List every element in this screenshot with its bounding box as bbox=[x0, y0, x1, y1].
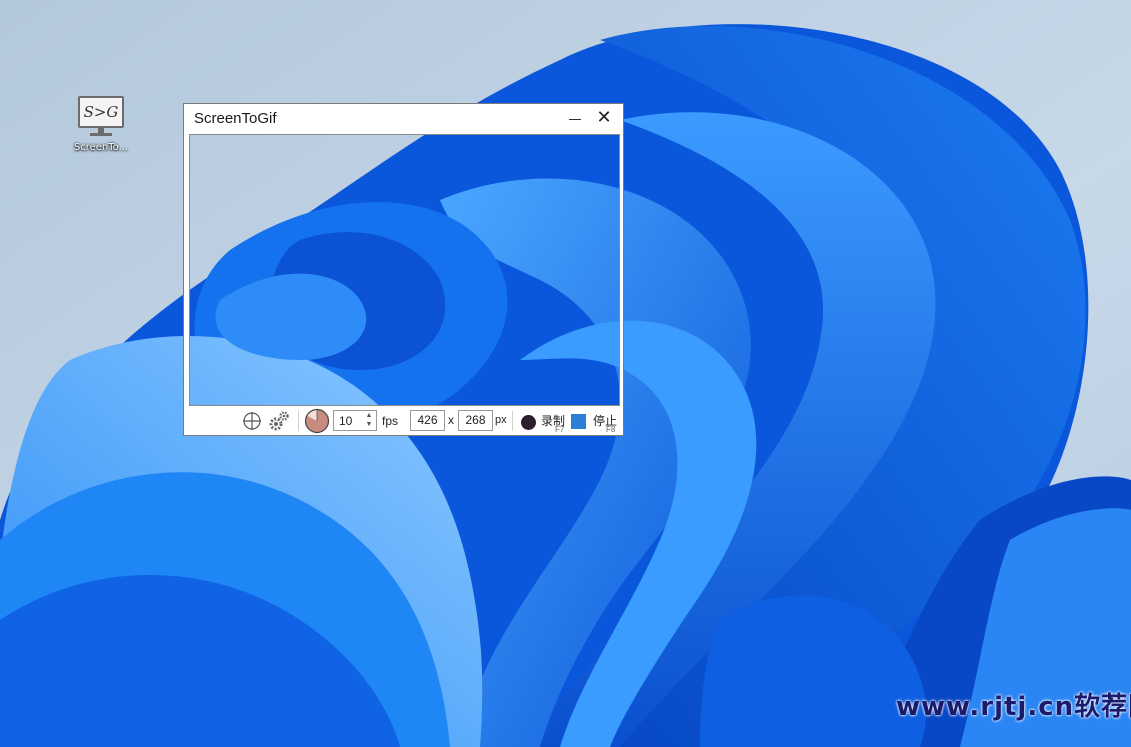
close-icon: ✕ bbox=[596, 107, 612, 128]
px-label: px bbox=[495, 414, 507, 426]
recorder-window[interactable]: ScreenToGif ✕ 10 ▲ ▼ fps 426 x 268 px 录制… bbox=[183, 103, 624, 436]
record-dot-icon bbox=[521, 415, 536, 430]
close-button[interactable]: ✕ bbox=[589, 104, 619, 134]
fps-value[interactable]: 10 bbox=[339, 414, 352, 428]
gears-icon[interactable] bbox=[268, 410, 290, 432]
fps-stepper[interactable]: 10 ▲ ▼ bbox=[333, 410, 377, 431]
recorder-toolbar: 10 ▲ ▼ fps 426 x 268 px 录制 F7 停止 F8 bbox=[184, 406, 623, 435]
monitor-base bbox=[90, 133, 112, 136]
times-label: x bbox=[448, 413, 454, 427]
watermark: www.rjtj.cn软荐网 bbox=[896, 692, 1131, 722]
timer-icon[interactable] bbox=[304, 408, 330, 434]
toolbar-separator-2 bbox=[512, 411, 513, 431]
window-title: ScreenToGif bbox=[194, 110, 277, 127]
stop-button[interactable]: 停止 F8 bbox=[570, 409, 622, 434]
fps-label: fps bbox=[382, 414, 399, 428]
record-button[interactable]: 录制 F7 bbox=[520, 409, 570, 434]
desktop-icon-label: ScreenTo... bbox=[73, 142, 129, 153]
capture-area bbox=[189, 134, 620, 406]
toolbar-separator bbox=[298, 411, 299, 431]
height-input[interactable]: 268 bbox=[458, 410, 493, 431]
fps-up-icon[interactable]: ▲ bbox=[364, 411, 374, 420]
stop-shortcut: F8 bbox=[606, 425, 616, 434]
fps-down-icon[interactable]: ▼ bbox=[364, 420, 374, 429]
fps-spin-buttons[interactable]: ▲ ▼ bbox=[364, 411, 374, 430]
monitor-icon: S>G bbox=[78, 96, 124, 128]
window-border-right[interactable] bbox=[620, 134, 623, 406]
minimize-button[interactable] bbox=[560, 104, 590, 134]
record-shortcut: F7 bbox=[555, 425, 565, 434]
minimize-icon bbox=[569, 119, 581, 120]
stop-square-icon bbox=[571, 414, 586, 429]
desktop-icon-screentogif[interactable]: S>G ScreenTo... bbox=[64, 96, 138, 153]
crosshair-icon[interactable] bbox=[242, 411, 262, 431]
title-bar[interactable]: ScreenToGif ✕ bbox=[184, 104, 623, 134]
desktop[interactable]: S>G ScreenTo... ScreenToGif ✕ 10 ▲ ▼ fps… bbox=[0, 0, 1131, 747]
width-input[interactable]: 426 bbox=[410, 410, 445, 431]
